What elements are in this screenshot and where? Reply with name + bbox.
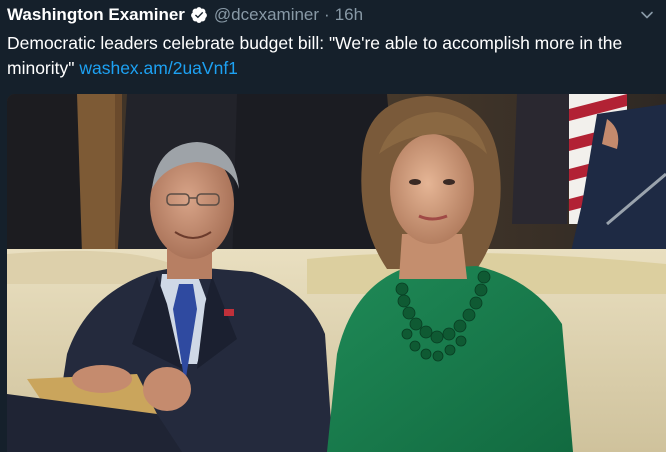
tweet-link[interactable]: washex.am/2uaVnf1	[79, 58, 238, 78]
chevron-down-icon[interactable]	[640, 8, 654, 22]
tweet-header: Washington Examiner @dcexaminer · 16h	[7, 3, 363, 27]
handle[interactable]: @dcexaminer	[214, 5, 319, 25]
photo-illustration	[7, 94, 666, 452]
tweet-card[interactable]: Washington Examiner @dcexaminer · 16h De…	[0, 0, 666, 452]
display-name[interactable]: Washington Examiner	[7, 5, 185, 25]
tweet-photo[interactable]	[7, 94, 666, 452]
verified-badge-icon	[190, 6, 208, 24]
separator-dot: ·	[324, 5, 330, 24]
tweet-text: Democratic leaders celebrate budget bill…	[7, 31, 657, 81]
timestamp[interactable]: 16h	[335, 5, 363, 25]
